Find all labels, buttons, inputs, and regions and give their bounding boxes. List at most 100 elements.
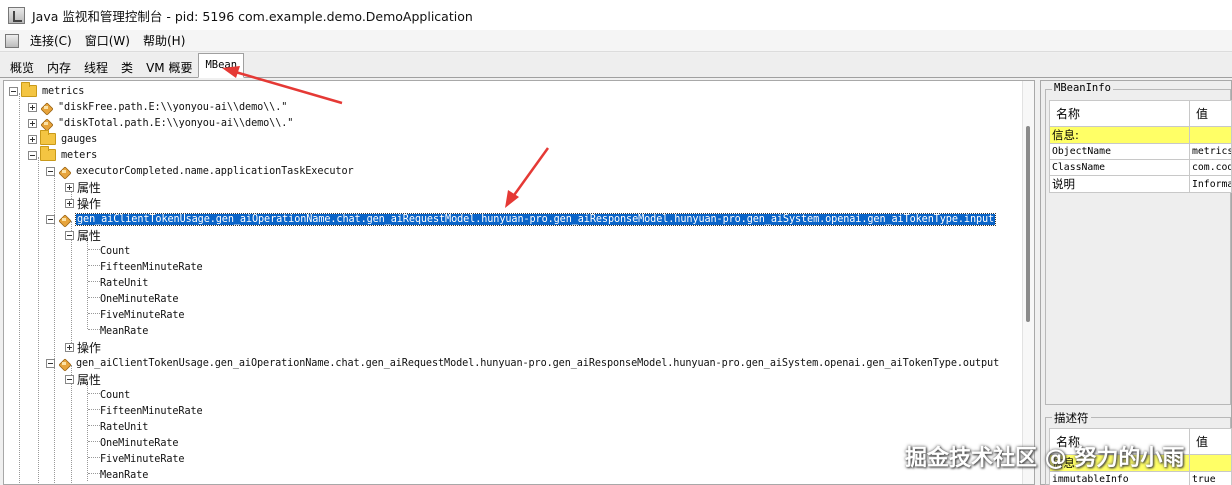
tree-node-operations[interactable]: 操作: [65, 195, 101, 211]
tab-threads[interactable]: 线程: [77, 54, 115, 77]
tree-node-attributes[interactable]: 属性: [65, 179, 101, 195]
mbean-icon: [58, 165, 71, 178]
table-row[interactable]: 说明 Informa: [1049, 175, 1232, 193]
mbean-icon: [40, 117, 53, 130]
collapse-icon[interactable]: [46, 214, 55, 224]
column-header-value[interactable]: 值: [1189, 100, 1232, 127]
cell-name: ObjectName: [1049, 143, 1190, 160]
tree-label: executorCompleted.name.applicationTaskEx…: [76, 165, 354, 177]
menu-help[interactable]: 帮助(H): [143, 32, 185, 49]
tree-label: "diskTotal.path.E:\\yonyou-ai\\demo\\.": [58, 117, 294, 129]
expand-icon[interactable]: [28, 102, 37, 112]
tree-node-metrics[interactable]: metrics: [9, 82, 85, 99]
tree-node-disk-total[interactable]: "diskTotal.path.E:\\yonyou-ai\\demo\\.": [28, 115, 293, 131]
tree-leaf-fifteen-minute-rate[interactable]: FifteenMinuteRate: [100, 259, 203, 275]
tree-label: gen_aiClientTokenUsage.gen_aiOperationNa…: [76, 357, 1000, 369]
tree-label: "diskFree.path.E:\\yonyou-ai\\demo\\.": [58, 101, 288, 113]
tab-overview[interactable]: 概览: [3, 54, 41, 77]
table-row[interactable]: ClassName com.cod: [1049, 159, 1232, 176]
column-header-name[interactable]: 名称: [1049, 100, 1190, 127]
tree-leaf-rate-unit[interactable]: RateUnit: [100, 419, 148, 435]
tree-leaf-five-minute-rate[interactable]: FiveMinuteRate: [100, 451, 185, 467]
table-row[interactable]: ObjectName metrics: [1049, 143, 1232, 160]
tree-leaf-one-minute-rate[interactable]: OneMinuteRate: [100, 435, 179, 451]
scrollbar-thumb[interactable]: [1026, 126, 1030, 322]
tree-label-selected: gen_aiClientTokenUsage.gen_aiOperationNa…: [74, 212, 997, 226]
tree-node-executor-completed[interactable]: executorCompleted.name.applicationTaskEx…: [46, 163, 354, 179]
menu-connection[interactable]: 连接(C): [30, 32, 72, 49]
mbean-icon: [58, 213, 71, 226]
tree-node-disk-free[interactable]: "diskFree.path.E:\\yonyou-ai\\demo\\.": [28, 99, 287, 115]
tab-classes[interactable]: 类: [114, 54, 140, 77]
cell-name: immutableInfo: [1049, 471, 1190, 485]
cell-value: Informa: [1189, 175, 1232, 193]
collapse-icon[interactable]: [28, 150, 37, 160]
collapse-icon[interactable]: [65, 230, 74, 240]
cell-value: com.cod: [1189, 159, 1232, 176]
tree-label: FifteenMinuteRate: [100, 405, 203, 417]
tree-label: metrics: [42, 85, 85, 97]
tree-node-gauges[interactable]: gauges: [28, 130, 98, 147]
tree-node-attributes[interactable]: 属性: [65, 227, 101, 243]
tree-label: 属性: [77, 372, 101, 387]
table-row[interactable]: immutableInfo true: [1049, 471, 1232, 485]
table-row[interactable]: 信息:: [1049, 126, 1232, 144]
expand-icon[interactable]: [28, 118, 37, 128]
tree-label: FiveMinuteRate: [100, 309, 185, 321]
cell-value: [1189, 126, 1232, 144]
folder-icon: [21, 82, 37, 97]
menu-window[interactable]: 窗口(W): [85, 32, 130, 49]
expand-icon[interactable]: [65, 182, 74, 192]
tree-node-token-usage-output[interactable]: gen_aiClientTokenUsage.gen_aiOperationNa…: [46, 355, 999, 371]
tree-vertical-scrollbar[interactable]: [1022, 81, 1034, 484]
tab-mbean[interactable]: MBean: [198, 53, 245, 78]
tree-label: 属性: [77, 180, 101, 195]
mbeaninfo-group: MBeanInfo 名称 值 信息: ObjectName metrics Cl…: [1045, 82, 1232, 405]
expand-icon[interactable]: [65, 198, 74, 208]
expand-icon[interactable]: [65, 342, 74, 352]
column-header-value[interactable]: 值: [1189, 428, 1232, 455]
tree-label: MeanRate: [100, 469, 149, 481]
tree-label: OneMinuteRate: [100, 293, 179, 305]
collapse-icon[interactable]: [65, 374, 74, 384]
cell-name: 信息:: [1049, 126, 1190, 144]
tree-leaf-one-minute-rate[interactable]: OneMinuteRate: [100, 291, 179, 307]
mbean-icon: [58, 357, 71, 370]
tree-label: 属性: [77, 228, 101, 243]
tree-node-attributes[interactable]: 属性: [65, 371, 101, 387]
tree-leaf-rate-unit[interactable]: RateUnit: [100, 275, 148, 291]
descriptor-title: 描述符: [1052, 410, 1091, 426]
watermark-text: 掘金技术社区 @ 努力的小雨: [905, 446, 1185, 471]
mbean-tree[interactable]: metrics "diskFree.path.E:\\yonyou-ai\\de…: [3, 80, 1035, 485]
tree-label: gauges: [61, 133, 98, 145]
collapse-icon[interactable]: [9, 86, 18, 96]
cell-name: 说明: [1049, 175, 1190, 193]
tree-label: FiveMinuteRate: [100, 453, 185, 465]
cell-value: true: [1189, 471, 1232, 485]
tree-leaf-fifteen-minute-rate[interactable]: FifteenMinuteRate: [100, 403, 203, 419]
tab-vm-summary[interactable]: VM 概要: [139, 54, 199, 77]
mbean-info-panel: MBeanInfo 名称 值 信息: ObjectName metrics Cl…: [1040, 80, 1232, 485]
tree-leaf-mean-rate[interactable]: MeanRate: [100, 323, 148, 339]
tree-node-meters[interactable]: meters: [28, 146, 97, 163]
window-title: Java 监视和管理控制台 - pid: 5196 com.example.de…: [32, 8, 473, 24]
expand-icon[interactable]: [28, 134, 37, 144]
tree-node-operations[interactable]: 操作: [65, 339, 101, 355]
tab-memory[interactable]: 内存: [40, 54, 78, 77]
tree-label: Count: [100, 389, 131, 401]
tree-leaf-mean-rate[interactable]: MeanRate: [100, 467, 148, 483]
collapse-icon[interactable]: [46, 166, 55, 176]
mbeaninfo-table[interactable]: 名称 值 信息: ObjectName metrics ClassName co…: [1049, 100, 1232, 193]
tab-bar: 概览 内存 线程 类 VM 概要 MBean: [0, 53, 1232, 78]
mbeaninfo-title: MBeanInfo: [1052, 82, 1113, 94]
cell-value: metrics: [1189, 143, 1232, 160]
collapse-icon[interactable]: [46, 358, 55, 368]
tree-leaf-count[interactable]: Count: [100, 243, 130, 259]
tree-leaf-count[interactable]: Count: [100, 387, 130, 403]
window-menu-icon[interactable]: [5, 33, 19, 48]
tree-node-token-usage-input[interactable]: gen_aiClientTokenUsage.gen_aiOperationNa…: [46, 211, 997, 227]
tree-label: RateUnit: [100, 421, 149, 433]
menu-bar: 连接(C) 窗口(W) 帮助(H): [0, 30, 1232, 52]
tree-leaf-five-minute-rate[interactable]: FiveMinuteRate: [100, 307, 185, 323]
java-console-app-icon: [8, 6, 25, 24]
